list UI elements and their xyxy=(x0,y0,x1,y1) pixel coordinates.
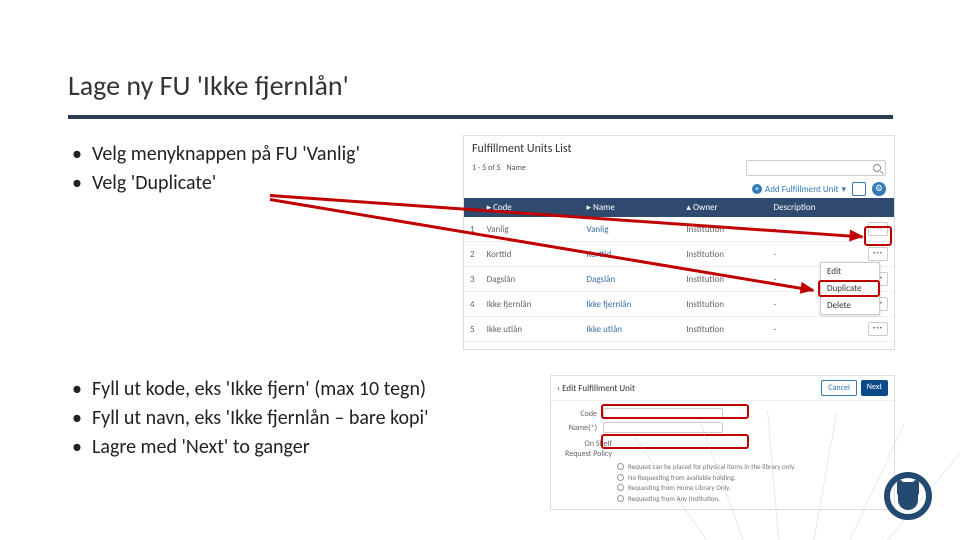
row-more-button[interactable]: ··· xyxy=(868,222,888,236)
onshelf-radio-option[interactable]: Requesting from Home Library Only. xyxy=(617,483,888,492)
export-icon[interactable] xyxy=(852,182,866,196)
unit-logo xyxy=(884,472,932,520)
name-field-label: Name(*) xyxy=(557,423,597,433)
onshelf-policy-label: On Shelf Request Policy xyxy=(557,439,612,459)
col-owner[interactable]: ▴ Owner xyxy=(680,198,767,217)
table-row: 5Ikke utlånIkke utlånInstitution-··· xyxy=(464,317,894,342)
row-context-menu: Edit Duplicate Delete xyxy=(820,262,880,315)
context-menu-duplicate[interactable]: Duplicate xyxy=(821,280,879,297)
result-count: 1 - 5 of 5 xyxy=(472,163,501,173)
row-more-button[interactable]: ··· xyxy=(868,247,888,261)
edit-fulfillment-unit-panel: ‹ Edit Fulfillment Unit Cancel Next Code… xyxy=(550,375,895,510)
bullet-item: Velg menyknappen på FU 'Vanlig' xyxy=(72,140,360,169)
cancel-button[interactable]: Cancel xyxy=(821,380,857,396)
table-row: 1VanligVanligInstitution-··· xyxy=(464,217,894,242)
search-icon xyxy=(873,164,881,172)
bullet-item: Fyll ut kode, eks 'Ikke fjern' (max 10 t… xyxy=(72,375,429,404)
add-fulfillment-unit-link[interactable]: + Add Fulfillment Unit ▾ xyxy=(752,184,846,195)
col-name[interactable]: ▸ Name xyxy=(580,198,680,217)
bullet-item: Lagre med 'Next' to ganger xyxy=(72,433,429,462)
code-field-label: Code xyxy=(557,409,597,419)
onshelf-radio-option[interactable]: No Requesting from available holding. xyxy=(617,473,888,482)
bullet-list-top: Velg menyknappen på FU 'Vanlig' Velg 'Du… xyxy=(72,140,360,198)
gear-icon[interactable]: ⚙ xyxy=(872,182,886,196)
bullet-item: Fyll ut navn, eks 'Ikke fjernlån – bare … xyxy=(72,404,429,433)
next-button[interactable]: Next xyxy=(861,380,888,396)
name-input[interactable] xyxy=(603,422,723,433)
panel-title: Fulfillment Units List xyxy=(464,136,894,158)
title-underline xyxy=(68,115,893,119)
context-menu-delete[interactable]: Delete xyxy=(821,297,879,314)
bullet-item: Velg 'Duplicate' xyxy=(72,169,360,198)
slide-title: Lage ny FU 'Ikke fjernlån' xyxy=(68,68,349,103)
row-more-button[interactable]: ··· xyxy=(868,322,888,336)
context-menu-edit[interactable]: Edit xyxy=(821,263,879,280)
plus-icon: + xyxy=(752,184,762,194)
code-input[interactable] xyxy=(603,408,723,419)
onshelf-radio-option[interactable]: Request can be placed for physical items… xyxy=(617,462,888,471)
col-description[interactable]: Description xyxy=(768,198,862,217)
sort-label: Name xyxy=(507,163,526,173)
onshelf-radio-option[interactable]: Requesting from Any Institution. xyxy=(617,494,888,503)
search-input[interactable] xyxy=(746,160,886,176)
bullet-list-bottom: Fyll ut kode, eks 'Ikke fjern' (max 10 t… xyxy=(72,375,429,462)
edit-panel-title: ‹ Edit Fulfillment Unit xyxy=(557,383,635,394)
chevron-down-icon: ▾ xyxy=(841,184,846,195)
